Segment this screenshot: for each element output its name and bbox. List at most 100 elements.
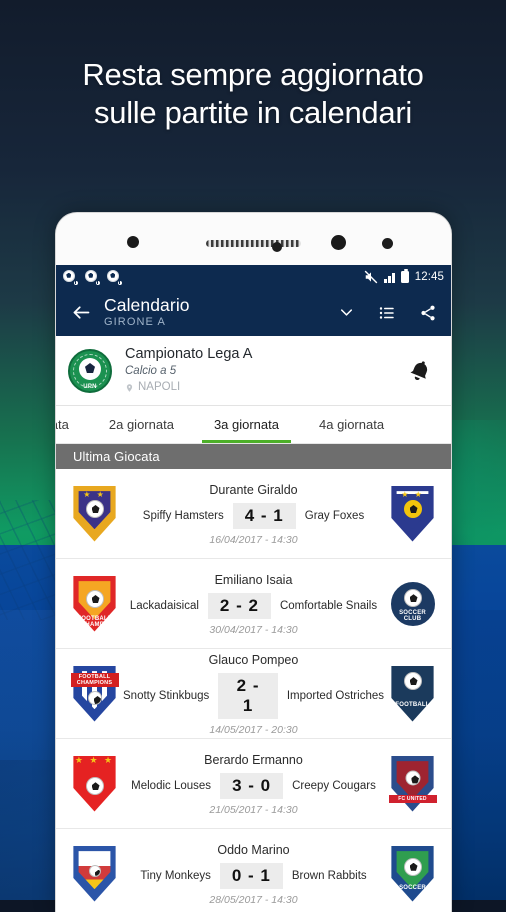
- competition-logo-text: UPN: [83, 383, 97, 390]
- front-camera-icon: [331, 235, 346, 250]
- home-team-name: Melodic Louses: [131, 779, 212, 792]
- headline-line-1: Resta sempre aggiornato: [82, 57, 424, 92]
- tab-4a-giornata[interactable]: 4a giornata: [299, 406, 404, 443]
- away-team-name: Brown Rabbits: [291, 869, 367, 882]
- match-score: 4 - 1: [232, 502, 296, 529]
- match-details: Oddo Marino Tiny Monkeys 0 - 1 Brown Rab…: [123, 842, 384, 906]
- app-bar-titles: Calendario GIRONE A: [104, 296, 190, 329]
- match-datetime: 14/05/2017 - 20:30: [209, 723, 298, 736]
- match-score: 0 - 1: [219, 862, 283, 889]
- bell-icon: [410, 360, 428, 380]
- score-line: Snotty Stinkbugs 2 - 1 Imported Ostriche…: [123, 672, 384, 719]
- home-team-crest-icon: ★ ★: [66, 483, 123, 545]
- crest-label: FOOTBALL: [395, 701, 430, 708]
- table-row[interactable]: FOOTBALL CHAMPS Emiliano Isaia Lackadais…: [56, 559, 451, 649]
- competition-location-text: NAPOLI: [138, 381, 181, 393]
- competition-logo-icon: UPN: [68, 348, 112, 393]
- section-header: Ultima Giocata: [56, 444, 451, 469]
- table-row[interactable]: FOOTBALL CHAMPIONS Glauco Pompeo Snotty …: [56, 649, 451, 739]
- match-datetime: 21/05/2017 - 14:30: [209, 803, 298, 816]
- signal-icon: [383, 272, 395, 283]
- match-details: Emiliano Isaia Lackadaisical 2 - 2 Comfo…: [123, 572, 384, 636]
- away-team-name: Gray Foxes: [304, 509, 365, 522]
- away-team-name: Imported Ostriches: [286, 689, 384, 702]
- competition-location: NAPOLI: [125, 380, 403, 395]
- competition-card[interactable]: UPN Campionato Lega A Calcio a 5 NAPOLI: [56, 336, 451, 406]
- tab-3a-giornata[interactable]: 3a giornata: [194, 406, 299, 443]
- referee-name: Durante Giraldo: [209, 482, 298, 497]
- home-team-crest-icon: FOOTBALL CHAMPIONS: [66, 663, 123, 725]
- match-datetime: 16/04/2017 - 14:30: [209, 533, 298, 546]
- match-score: 2 - 1: [218, 672, 278, 719]
- tab-1a-giornata[interactable]: ornata: [56, 406, 89, 443]
- status-bar-system: 12:45: [364, 269, 444, 284]
- led-indicator-icon: [272, 242, 282, 252]
- crest-label: FOOTBALL CHAMPIONS: [70, 672, 119, 687]
- away-team-crest-icon: ★ ★: [384, 483, 441, 545]
- match-score: 3 - 0: [220, 772, 284, 799]
- list-view-button[interactable]: [376, 302, 398, 324]
- match-details: Durante Giraldo Spiffy Hamsters 4 - 1 Gr…: [123, 482, 384, 546]
- soccer-ball-notification-icon: [63, 270, 79, 286]
- tab-2a-giornata[interactable]: 2a giornata: [89, 406, 194, 443]
- match-datetime: 30/04/2017 - 14:30: [209, 623, 298, 636]
- home-team-crest-icon: ★ ★ ★: [66, 753, 123, 815]
- away-team-crest-icon: FC UNITED: [384, 753, 441, 815]
- crest-label: FOOTBALL CHAMPS: [77, 615, 112, 628]
- away-team-crest-icon: SOCCER: [384, 843, 441, 905]
- competition-info: Campionato Lega A Calcio a 5 NAPOLI: [125, 346, 403, 395]
- status-bar: 12:45: [56, 265, 451, 289]
- competition-type: Calcio a 5: [125, 365, 177, 377]
- phone-mockup: 12:45 Calendario GIRONE A UPN Campionato…: [55, 212, 452, 912]
- light-sensor-icon: [382, 238, 393, 249]
- mute-icon: [364, 270, 378, 284]
- share-button[interactable]: [417, 302, 439, 324]
- earpiece-speaker-grille: [206, 240, 301, 247]
- crest-label: SOCCER: [399, 884, 426, 891]
- notification-bell-button[interactable]: [403, 354, 437, 388]
- home-team-crest-icon: FOOTBALL CHAMPS: [66, 573, 123, 635]
- crest-label: SOCCER CLUB: [399, 609, 426, 622]
- location-pin-icon: [126, 383, 133, 392]
- home-team-name: Spiffy Hamsters: [142, 509, 224, 522]
- expand-button[interactable]: [335, 302, 357, 324]
- page-title: Calendario: [104, 295, 190, 315]
- away-team-name: Comfortable Snails: [279, 599, 378, 612]
- app-bar-actions: [335, 302, 439, 324]
- score-line: Tiny Monkeys 0 - 1 Brown Rabbits: [140, 862, 367, 889]
- home-team-crest-icon: [66, 843, 123, 905]
- home-team-name: Lackadaisical: [129, 599, 199, 612]
- match-details: Glauco Pompeo Snotty Stinkbugs 2 - 1 Imp…: [123, 652, 384, 736]
- phone-top-bezel: [56, 213, 451, 265]
- match-details: Berardo Ermanno Melodic Louses 3 - 0 Cre…: [123, 752, 384, 816]
- table-row[interactable]: ★ ★ ★ Berardo Ermanno Melodic Louses 3 -…: [56, 739, 451, 829]
- match-score: 2 - 2: [207, 592, 271, 619]
- away-team-name: Creepy Cougars: [292, 779, 376, 792]
- referee-name: Glauco Pompeo: [208, 652, 299, 667]
- referee-name: Emiliano Isaia: [214, 572, 293, 587]
- score-line: Lackadaisical 2 - 2 Comfortable Snails: [129, 592, 378, 619]
- back-button[interactable]: [66, 298, 96, 328]
- crest-label: FC UNITED: [388, 794, 437, 803]
- match-list: ★ ★ Durante Giraldo Spiffy Hamsters 4 - …: [56, 469, 451, 912]
- referee-name: Oddo Marino: [217, 842, 290, 857]
- proximity-sensor-icon: [127, 236, 139, 248]
- score-line: Spiffy Hamsters 4 - 1 Gray Foxes: [142, 502, 365, 529]
- app-bar: Calendario GIRONE A: [56, 289, 451, 336]
- promo-headline: Resta sempre aggiornato sulle partite in…: [0, 56, 506, 132]
- page-subtitle: GIRONE A: [104, 316, 166, 328]
- away-team-crest-icon: FOOTBALL: [384, 663, 441, 725]
- soccer-ball-notification-icon: [85, 270, 101, 286]
- score-line: Melodic Louses 3 - 0 Creepy Cougars: [131, 772, 376, 799]
- battery-icon: [400, 269, 409, 283]
- home-team-name: Tiny Monkeys: [140, 869, 211, 882]
- referee-name: Berardo Ermanno: [204, 752, 303, 767]
- matchday-tabs: ornata 2a giornata 3a giornata 4a giorna…: [56, 406, 451, 444]
- status-bar-notifications: [63, 270, 123, 286]
- home-team-name: Snotty Stinkbugs: [123, 689, 210, 702]
- table-row[interactable]: ★ ★ Durante Giraldo Spiffy Hamsters 4 - …: [56, 469, 451, 559]
- away-team-crest-icon: SOCCER CLUB: [384, 573, 441, 635]
- competition-name: Campionato Lega A: [125, 346, 253, 362]
- soccer-ball-notification-icon: [107, 270, 123, 286]
- status-bar-clock: 12:45: [414, 271, 444, 283]
